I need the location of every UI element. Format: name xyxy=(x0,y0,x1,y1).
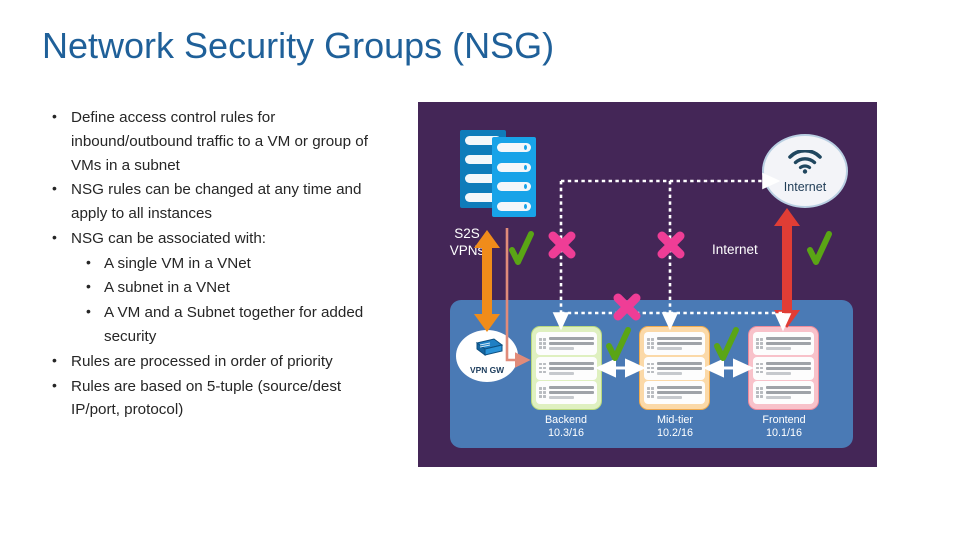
bullet-marker: • xyxy=(52,376,57,393)
vpn-gateway-icon xyxy=(470,337,504,364)
bullet-marker: • xyxy=(52,228,57,245)
bullet-marker: • xyxy=(52,108,57,124)
list-item: • A subnet in a VNet xyxy=(52,276,387,300)
internet-node-label: Internet xyxy=(783,180,827,194)
server-icon xyxy=(644,332,705,355)
subnet-frontend xyxy=(748,326,819,410)
server-icon xyxy=(644,381,705,404)
subnet-name: Frontend xyxy=(762,414,806,426)
green-check-icon xyxy=(807,231,832,265)
vpn-gateway-label: VPN GW xyxy=(470,365,504,375)
list-item-text: Rules are based on 5-tuple (source/dest … xyxy=(71,377,342,419)
list-item-text: NSG rules can be changed at any time and… xyxy=(71,181,362,223)
green-check-icon xyxy=(509,231,534,265)
s2s-vpn-label-line1: S2S xyxy=(454,226,480,241)
subnet-backend xyxy=(531,326,602,410)
subnet-cidr: 10.3/16 xyxy=(547,427,585,440)
list-item-text: Rules are processed in order of priority xyxy=(71,352,333,370)
page-title: Network Security Groups (NSG) xyxy=(42,25,555,66)
list-item: • NSG rules can be changed at any time an… xyxy=(52,178,387,226)
server-rack-icon xyxy=(492,137,536,217)
subnet-frontend-label: Frontend 10.1/16 xyxy=(736,414,832,441)
subnet-cidr: 10.1/16 xyxy=(765,427,803,440)
list-item-text: NSG can be associated with: xyxy=(71,229,267,247)
bullet-marker: • xyxy=(86,278,91,295)
bullet-list: • Define access control rules for inbound… xyxy=(52,106,387,423)
list-item: • Define access control rules for inbound… xyxy=(52,106,387,177)
server-icon xyxy=(644,356,705,380)
pink-x-icon xyxy=(657,231,685,259)
list-item: • NSG can be associated with: xyxy=(52,227,387,251)
server-icon xyxy=(536,332,597,355)
bullet-marker: • xyxy=(52,180,57,197)
vpn-gateway-node: VPN GW xyxy=(456,330,518,382)
list-item: • Rules are processed in order of priorit… xyxy=(52,350,387,374)
onprem-datacenter xyxy=(460,130,538,222)
list-item-text: A single VM in a VNet xyxy=(104,254,251,272)
bullet-marker: • xyxy=(86,253,91,270)
list-item-text: Define access control rules for inbound/… xyxy=(71,109,368,174)
subnet-name: Mid-tier xyxy=(657,414,693,426)
subnet-cidr: 10.2/16 xyxy=(656,427,694,440)
server-icon xyxy=(536,356,597,380)
server-icon xyxy=(536,381,597,404)
subnet-midtier xyxy=(639,326,710,410)
subnet-midtier-label: Mid-tier 10.2/16 xyxy=(627,414,723,441)
server-icon xyxy=(753,356,814,380)
wifi-icon xyxy=(788,148,822,179)
list-item: • A VM and a Subnet together for added se… xyxy=(52,301,387,349)
slide: Network Security Groups (NSG) • Define ac… xyxy=(0,0,960,540)
s2s-vpn-label: S2S VPNs xyxy=(432,226,502,260)
list-item: • A single VM in a VNet xyxy=(52,252,387,276)
server-icon xyxy=(753,381,814,404)
s2s-vpn-label-line2: VPNs xyxy=(449,242,485,258)
server-icon xyxy=(753,332,814,355)
bullet-marker: • xyxy=(52,351,57,368)
internet-node: Internet xyxy=(762,134,848,208)
subnet-name: Backend xyxy=(544,414,588,426)
list-item: • Rules are based on 5-tuple (source/dest… xyxy=(52,375,387,423)
list-item-text: A VM and a Subnet together for added sec… xyxy=(104,304,364,346)
list-item-text: A subnet in a VNet xyxy=(104,279,230,297)
network-diagram: Internet VPN GW Backend 10.3/16 Mid-tier… xyxy=(418,102,877,467)
internet-traffic-label: Internet xyxy=(712,242,758,257)
pink-x-icon xyxy=(548,231,576,259)
subnet-backend-label: Backend 10.3/16 xyxy=(518,414,614,441)
bullet-marker: • xyxy=(86,303,91,320)
